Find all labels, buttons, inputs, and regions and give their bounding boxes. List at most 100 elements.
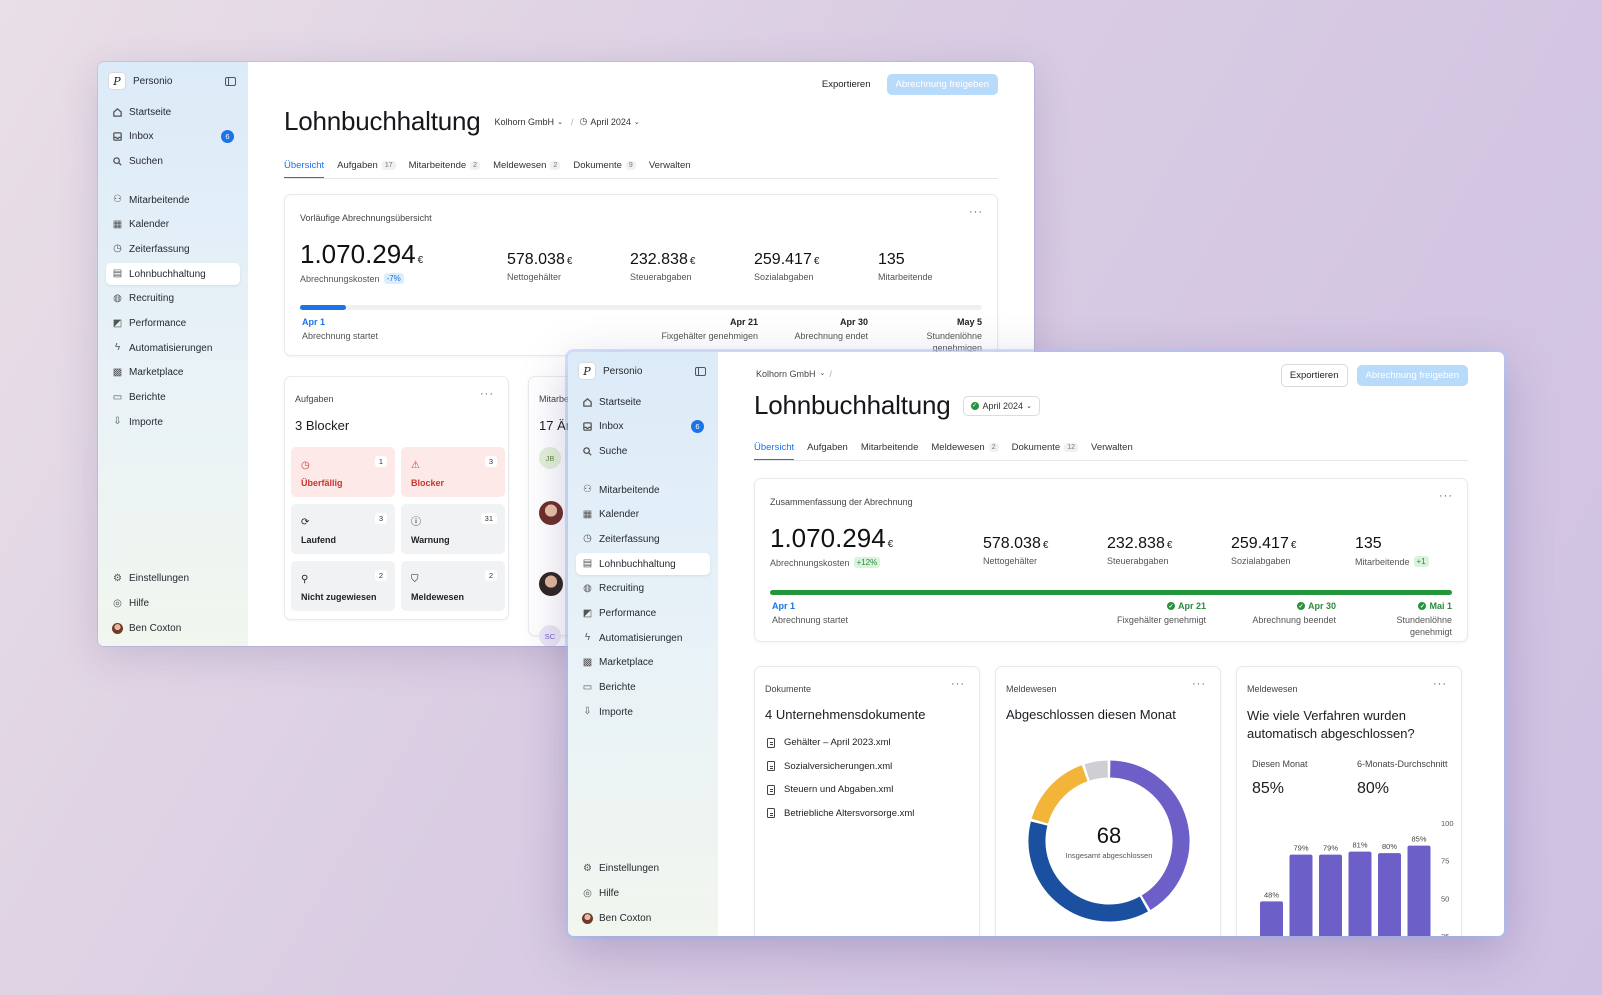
sidebar-item-zeiterfassung[interactable]: ◷ Zeiterfassung [576, 528, 710, 550]
tab-übersicht[interactable]: Übersicht [284, 160, 325, 178]
tab-mitarbeitende[interactable]: Mitarbeitende 2 [409, 160, 481, 178]
sidebar-item-kalender[interactable]: ▦ Kalender [106, 214, 240, 236]
release-payroll-button[interactable]: Abrechnung freigeben [886, 74, 998, 95]
sidebar-item-startseite[interactable]: Startseite [576, 391, 710, 413]
more-icon[interactable]: ··· [1433, 678, 1447, 690]
sidebar-item-berichte[interactable]: ▭ Berichte [576, 677, 710, 699]
sidebar-item-kalender[interactable]: ▦ Kalender [576, 504, 710, 526]
milestone: ✓ Apr 21 Fixgehälter genehmigt [1117, 601, 1206, 626]
task-tile-blocker[interactable]: ⚠ 3 Blocker [401, 447, 505, 497]
sidebar-item-hilfe[interactable]: ◎ Hilfe [106, 593, 240, 615]
task-tile-laufend[interactable]: ⟳ 3 Laufend [291, 504, 395, 554]
sidebar-item-inbox[interactable]: Inbox 6 [576, 416, 710, 438]
front-sidebar: P Personio Startseite Inbox 6 Suche ⚇ Mit… [568, 352, 718, 936]
avatar-initials: SC [544, 631, 556, 641]
sidebar-item-automatisierungen[interactable]: ϟ Automatisierungen [576, 627, 710, 649]
document-item[interactable]: Steuern und Abgaben.xml [767, 784, 914, 795]
sidebar-item-lohnbuchhaltung[interactable]: ▤ Lohnbuchhaltung [106, 263, 240, 286]
sidebar-item-startseite[interactable]: Startseite [106, 101, 240, 123]
sidebar-item-label: Importe [599, 706, 633, 718]
y-tick-label: 75 [1441, 857, 1449, 866]
tab-dokumente[interactable]: Dokumente 12 [1012, 442, 1079, 460]
tab-verwalten[interactable]: Verwalten [649, 160, 691, 178]
sidebar-item-label: Suchen [129, 155, 163, 167]
period-select[interactable]: ✓ April 2024 ⌄ [962, 395, 1040, 416]
task-tile-überfällig[interactable]: ◷ 1 Überfällig [291, 447, 395, 497]
sidebar-item-performance[interactable]: ◩ Performance [576, 603, 710, 625]
sidebar-item-berichte[interactable]: ▭ Berichte [106, 387, 240, 409]
sidebar-item-importe[interactable]: ⇩ Importe [576, 701, 710, 723]
tab-meldewesen[interactable]: Meldewesen 2 [493, 160, 561, 178]
more-icon[interactable]: ··· [1192, 678, 1206, 690]
sidebar-item-inbox[interactable]: Inbox 6 [106, 126, 240, 148]
avatar-initials: JB [545, 453, 555, 463]
tab-label: Übersicht [754, 442, 795, 453]
tab-meldewesen[interactable]: Meldewesen 2 [931, 442, 999, 460]
task-name: Laufend [301, 535, 336, 545]
sidebar-item-search[interactable]: Suche [576, 440, 710, 462]
tab-dokumente[interactable]: Dokumente 9 [573, 160, 636, 178]
sidebar-toggle-icon[interactable] [225, 76, 236, 86]
breadcrumb-company[interactable]: Kolhorn GmbH [756, 369, 816, 379]
sidebar-item-einstellungen[interactable]: ⚙ Einstellungen [576, 858, 710, 880]
sidebar-toggle-icon[interactable] [695, 366, 706, 376]
check-circle-icon: ✓ [1166, 602, 1175, 610]
document-item[interactable]: Sozialversicherungen.xml [767, 761, 914, 772]
sidebar-item-recruiting[interactable]: ◍ Recruiting [106, 288, 240, 310]
release-payroll-button[interactable]: Abrechnung freigeben [1356, 365, 1468, 386]
tab-mitarbeitende[interactable]: Mitarbeitende [861, 442, 919, 460]
sidebar-item-importe[interactable]: ⇩ Importe [106, 411, 240, 433]
sidebar-item-mitarbeitende[interactable]: ⚇ Mitarbeitende [106, 189, 240, 211]
avatar: JB [539, 447, 561, 469]
sidebar-item-marketplace[interactable]: ▩ Marketplace [106, 362, 240, 384]
task-tile-nicht-zugewiesen[interactable]: ⚲ 2 Nicht zugewiesen [291, 561, 395, 611]
user-profile[interactable]: Ben Coxton [576, 907, 710, 929]
company-select[interactable]: Kolhorn GmbH ⌄ [495, 117, 563, 127]
tab-label: Aufgaben [337, 160, 378, 171]
export-button[interactable]: Exportieren [1280, 364, 1348, 387]
task-count-badge: 1 [374, 456, 387, 467]
sidebar-item-performance[interactable]: ◩ Performance [106, 313, 240, 335]
kpi-sub: Mitarbeitende +1 [1355, 556, 1429, 567]
more-icon[interactable]: ··· [1439, 490, 1453, 502]
milestone-label: Stundenlöhne genehmigt [1396, 615, 1452, 637]
people-icon: ⚇ [113, 194, 122, 206]
task-tile-warnung[interactable]: ⓘ 31 Warnung [401, 504, 505, 554]
kpi-value: 232.838 € [630, 251, 695, 269]
more-icon[interactable]: ··· [480, 388, 494, 400]
payroll-icon: ▤ [112, 268, 123, 280]
sidebar-item-zeiterfassung[interactable]: ◷ Zeiterfassung [106, 238, 240, 260]
tab-aufgaben[interactable]: Aufgaben 17 [337, 160, 396, 178]
kpi-sub: Abrechnungskosten +12% [770, 557, 893, 568]
task-tile-meldewesen[interactable]: ⛉ 2 Meldewesen [401, 561, 505, 611]
sidebar-item-einstellungen[interactable]: ⚙ Einstellungen [106, 568, 240, 590]
sidebar-item-hilfe[interactable]: ◎ Hilfe [576, 883, 710, 905]
tab-aufgaben[interactable]: Aufgaben [807, 442, 848, 460]
tab-übersicht[interactable]: Übersicht [754, 442, 795, 460]
bar [1260, 901, 1283, 936]
user-profile[interactable]: Ben Coxton [106, 617, 240, 639]
more-icon[interactable]: ··· [951, 678, 965, 690]
inbox-count-badge: 6 [221, 130, 234, 144]
milestone: Apr 21 Fixgehälter genehmigen [661, 317, 758, 342]
period-select[interactable]: ◷ April 2024 ⌄ [579, 116, 639, 127]
document-item[interactable]: Betriebliche Altersvorsorge.xml [767, 808, 914, 819]
tab-verwalten[interactable]: Verwalten [1091, 442, 1133, 460]
more-icon[interactable]: ··· [969, 206, 983, 218]
sidebar-item-recruiting[interactable]: ◍ Recruiting [576, 578, 710, 600]
sidebar-item-marketplace[interactable]: ▩ Marketplace [576, 652, 710, 674]
sidebar-item-automatisierungen[interactable]: ϟ Automatisierungen [106, 337, 240, 359]
tab-label: Übersicht [284, 160, 325, 171]
summary-card: Zusammenfassung der Abrechnung ··· 1.070… [754, 478, 1468, 642]
document-item[interactable]: Gehälter – April 2023.xml [767, 737, 914, 748]
sidebar-item-search[interactable]: Suchen [106, 150, 240, 172]
grid-icon: ▩ [112, 366, 123, 378]
milestone-date: ✓ Apr 21 [1117, 601, 1206, 611]
sidebar-nav-main: ⚇ Mitarbeitende ▦ Kalender ◷ Zeiterfassung ▤ Lo… [576, 479, 710, 723]
export-button[interactable]: Exportieren [815, 74, 878, 95]
background-frame: P Personio Startseite Inbox 6 Suchen ⚇ Mi… [0, 0, 1602, 995]
sidebar-item-mitarbeitende[interactable]: ⚇ Mitarbeitende [576, 479, 710, 501]
toolbar: Exportieren Abrechnung freigeben [815, 74, 998, 95]
currency-unit: € [1290, 540, 1297, 551]
sidebar-item-lohnbuchhaltung[interactable]: ▤ Lohnbuchhaltung [576, 553, 710, 576]
